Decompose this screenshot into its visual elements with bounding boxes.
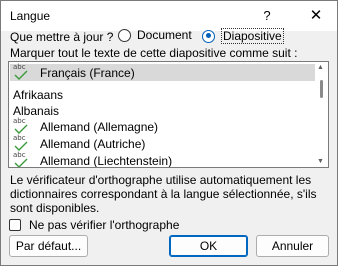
no-spellcheck-box[interactable] [9,219,21,231]
green-check-icon [14,70,28,80]
close-button[interactable]: ✕ [305,5,327,27]
spellcheck-icon: abc [12,117,30,135]
green-check-icon [14,141,28,151]
language-listbox[interactable]: abc Français (France) Afrikaans Albanais abc… [8,61,329,168]
update-question-label: Que mettre à jour ? [10,30,114,44]
language-item-label: Français (France) [40,65,135,80]
language-dialog: Langue ? ✕ Que mettre à jour ? Document … [0,0,338,266]
mark-text-label: Marquer tout le texte de cette diapositi… [10,46,298,60]
radio-document-label[interactable]: Document [137,28,192,42]
spellcheck-icon: abc [12,63,30,81]
radio-diapositive-label[interactable]: Diapositive [221,28,284,44]
language-item-label: Albanais [13,103,60,118]
language-item-label: Allemand (Liechtenstein) [40,153,173,168]
scroll-thumb[interactable] [320,80,323,98]
language-item-label: Afrikaans [13,87,64,102]
scroll-down-icon[interactable]: ▼ [317,158,324,165]
language-item[interactable]: abc Français (France) [10,63,315,81]
help-button[interactable]: ? [256,5,278,27]
radio-diapositive[interactable]: Diapositive [202,28,284,44]
no-spellcheck-label[interactable]: Ne pas vérifier l'orthographe [29,218,179,232]
language-item[interactable]: Albanais [10,102,315,119]
scroll-up-icon[interactable]: ▲ [317,64,324,71]
title-bar: Langue ? ✕ [1,1,337,31]
default-button[interactable]: Par défaut... [9,235,88,257]
listbox-scrollbar[interactable]: ▲ ▼ [315,63,327,166]
radio-diapositive-circle[interactable] [202,29,215,43]
ok-button[interactable]: OK [169,235,248,257]
cancel-button[interactable]: Annuler [256,235,329,257]
dialog-title: Langue [10,9,51,23]
no-spellcheck-checkbox[interactable]: Ne pas vérifier l'orthographe [9,218,179,232]
language-item[interactable]: abc Allemand (Allemagne) [10,117,315,135]
green-check-icon [14,124,28,134]
spellcheck-info-text: Le vérificateur d'orthographe utilise au… [10,173,317,215]
language-item[interactable]: abc Allemand (Autriche) [10,134,315,152]
language-item[interactable]: abc Allemand (Liechtenstein) [10,151,315,168]
language-item-label: Allemand (Autriche) [40,136,146,151]
green-check-icon [14,158,28,167]
radio-document[interactable]: Document [118,28,192,42]
radio-document-circle[interactable] [118,28,131,42]
language-item-label: Allemand (Allemagne) [40,119,159,134]
language-item[interactable]: Afrikaans [10,86,315,103]
spellcheck-icon: abc [12,134,30,152]
spellcheck-icon: abc [12,151,30,167]
